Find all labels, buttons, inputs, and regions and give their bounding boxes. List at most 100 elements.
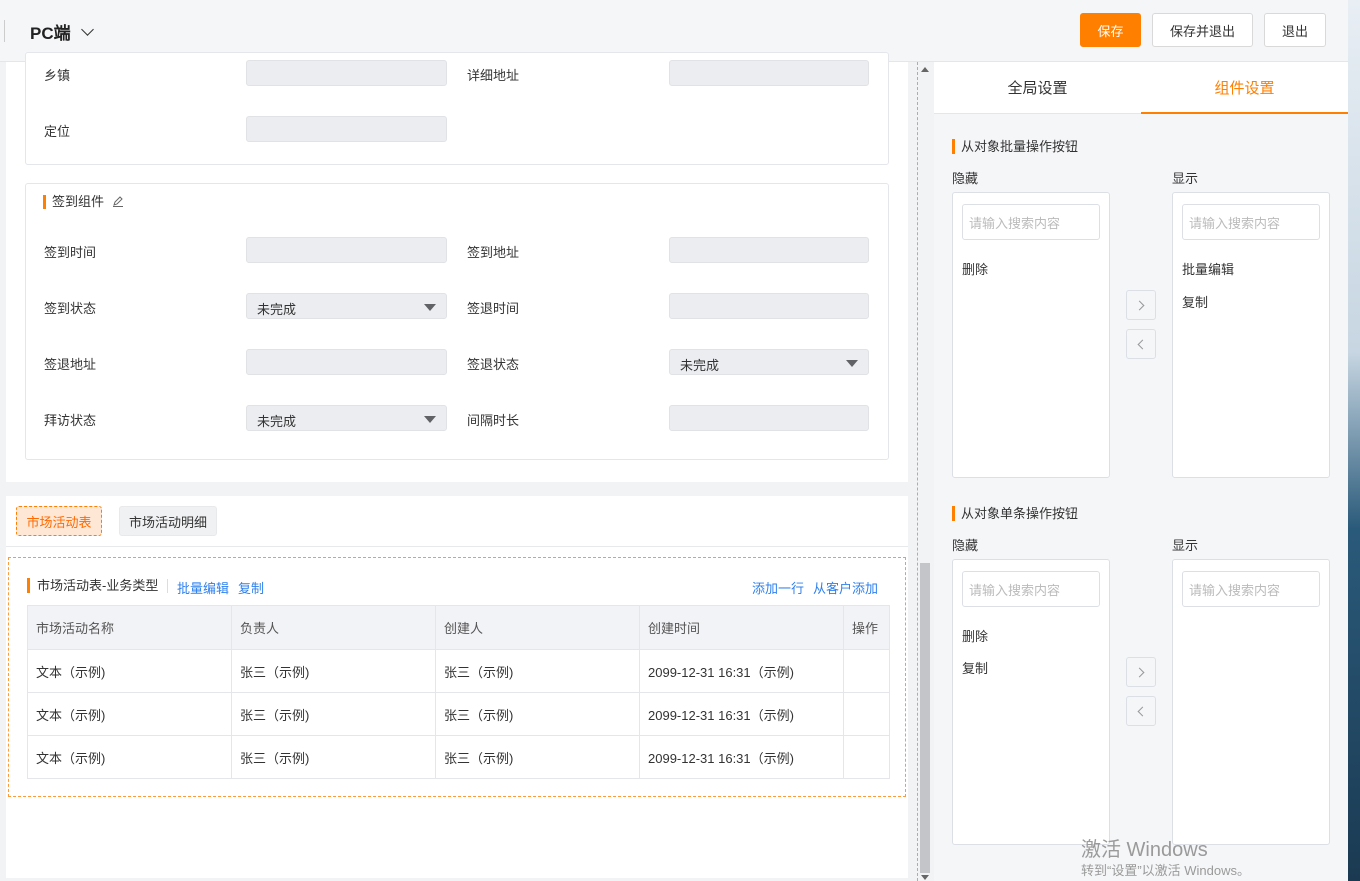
checkout-status-value: 未完成 xyxy=(680,358,720,373)
move-left-button[interactable] xyxy=(1126,696,1156,726)
checkin-card[interactable]: 签到组件 签到时间 签到地址 签到状态 未完成 签退时间 签退地址 签退状态 未… xyxy=(25,183,889,460)
checkout-status-label: 签退状态 xyxy=(467,357,520,372)
list-item[interactable]: 复制 xyxy=(1182,292,1208,311)
search-input[interactable]: 请输入搜索内容 xyxy=(962,571,1100,607)
canvas-divider xyxy=(917,62,918,881)
table-cell xyxy=(843,692,890,736)
hidden-label: 隐藏 xyxy=(952,171,979,186)
desktop-wallpaper-edge xyxy=(1348,0,1360,881)
table-row[interactable]: 文本（示例) 张三（示例) 张三（示例) 2099-12-31 16:31（示例… xyxy=(27,649,890,693)
checkin-status-select[interactable]: 未完成 xyxy=(246,293,447,319)
interval-label: 间隔时长 xyxy=(467,413,520,428)
checkin-address-field xyxy=(669,237,869,263)
table-cell: 张三（示例) xyxy=(231,692,436,736)
checkin-status-label: 签到状态 xyxy=(44,301,97,316)
batch-edit-link[interactable]: 批量编辑 xyxy=(177,578,229,597)
column-header: 操作 xyxy=(843,605,890,650)
move-left-button[interactable] xyxy=(1126,329,1156,359)
checkin-card-title: 签到组件 xyxy=(43,195,104,209)
checkin-time-field xyxy=(246,237,447,263)
table-cell: 张三（示例) xyxy=(435,649,640,693)
form-canvas: 乡镇 详细地址 定位 签到组件 签到时间 签到地址 签到状态 未完成 签退时间 … xyxy=(6,52,908,482)
search-input[interactable]: 请输入搜索内容 xyxy=(1182,204,1320,240)
scrollbar-thumb[interactable] xyxy=(920,563,930,873)
checkout-address-label: 签退地址 xyxy=(44,357,97,372)
checkout-time-label: 签退时间 xyxy=(467,301,520,316)
settings-panel: 全局设置 组件设置 从对象批量操作按钮 隐藏 显示 请输入搜索内容 删除 请输入… xyxy=(934,62,1348,881)
column-header: 创建时间 xyxy=(639,605,844,650)
table-cell: 张三（示例) xyxy=(231,735,436,779)
checkin-time-label: 签到时间 xyxy=(44,245,97,260)
shown-label: 显示 xyxy=(1172,171,1199,186)
divider xyxy=(167,579,168,593)
column-header: 创建人 xyxy=(435,605,640,650)
caret-down-icon xyxy=(424,416,436,423)
table-cell: 2099-12-31 16:31（示例) xyxy=(639,735,844,779)
move-right-button[interactable] xyxy=(1126,290,1156,320)
table-cell xyxy=(843,735,890,779)
tab-component-settings[interactable]: 组件设置 xyxy=(1141,62,1348,114)
table-cell: 文本（示例) xyxy=(27,649,232,693)
scroll-up-icon[interactable] xyxy=(921,67,929,72)
add-from-customer-link[interactable]: 从客户添加 xyxy=(813,578,878,597)
save-exit-button[interactable]: 保存并退出 xyxy=(1152,13,1253,47)
tab-market-activity[interactable]: 市场活动表 xyxy=(16,506,102,536)
table-cell: 张三（示例) xyxy=(435,735,640,779)
interval-field xyxy=(669,405,869,431)
settings-body: 从对象批量操作按钮 隐藏 显示 请输入搜索内容 删除 请输入搜索内容 批量编辑 … xyxy=(934,114,1348,881)
chevron-right-icon xyxy=(1134,300,1145,310)
list-item[interactable]: 批量编辑 xyxy=(1182,259,1234,278)
save-button[interactable]: 保存 xyxy=(1080,13,1141,47)
edit-icon[interactable] xyxy=(112,195,124,207)
town-field xyxy=(246,60,447,86)
subobject-panel: 市场活动表 市场活动明细 市场活动表-业务类型 批量编辑 复制 添加一行 从客户… xyxy=(6,496,908,878)
checkin-status-value: 未完成 xyxy=(257,302,297,317)
caret-down-icon xyxy=(424,304,436,311)
visit-status-value: 未完成 xyxy=(257,414,297,429)
single-shown-list: 请输入搜索内容 xyxy=(1172,559,1330,845)
add-row-link[interactable]: 添加一行 xyxy=(752,578,804,597)
chevron-left-icon xyxy=(1137,339,1148,349)
checkin-address-label: 签到地址 xyxy=(467,245,520,260)
table-cell: 文本（示例) xyxy=(27,735,232,779)
table-cell: 张三（示例) xyxy=(231,649,436,693)
detail-address-label: 详细地址 xyxy=(467,68,520,83)
batch-hidden-list: 请输入搜索内容 删除 xyxy=(952,192,1110,478)
tab-global-settings[interactable]: 全局设置 xyxy=(934,62,1141,114)
search-input[interactable]: 请输入搜索内容 xyxy=(1182,571,1320,607)
chevron-left-icon xyxy=(1137,706,1148,716)
caret-down-icon xyxy=(846,360,858,367)
visit-status-select[interactable]: 未完成 xyxy=(246,405,447,431)
subobject-table-component[interactable]: 市场活动表-业务类型 批量编辑 复制 添加一行 从客户添加 市场活动名称 负责人… xyxy=(8,557,906,797)
hidden-label: 隐藏 xyxy=(952,538,979,553)
town-label: 乡镇 xyxy=(44,68,71,83)
divider xyxy=(6,546,908,547)
platform-selector[interactable]: PC端 xyxy=(30,19,94,44)
platform-title: PC端 xyxy=(30,24,71,43)
list-item[interactable]: 删除 xyxy=(962,259,988,278)
scroll-down-icon[interactable] xyxy=(921,875,929,880)
copy-link[interactable]: 复制 xyxy=(238,578,264,597)
exit-button[interactable]: 退出 xyxy=(1264,13,1326,47)
table-cell: 2099-12-31 16:31（示例) xyxy=(639,692,844,736)
table-title: 市场活动表-业务类型 xyxy=(27,578,158,593)
single-hidden-list: 请输入搜索内容 删除 复制 xyxy=(952,559,1110,845)
list-item[interactable]: 复制 xyxy=(962,658,988,677)
tab-market-activity-detail[interactable]: 市场活动明细 xyxy=(119,506,217,536)
batch-shown-list: 请输入搜索内容 批量编辑 复制 xyxy=(1172,192,1330,478)
table-row[interactable]: 文本（示例) 张三（示例) 张三（示例) 2099-12-31 16:31（示例… xyxy=(27,692,890,736)
chevron-right-icon xyxy=(1134,667,1145,677)
data-table: 市场活动名称 负责人 创建人 创建时间 操作 文本（示例) 张三（示例) 张三（… xyxy=(27,605,890,779)
column-header: 市场活动名称 xyxy=(27,605,232,650)
address-card[interactable]: 乡镇 详细地址 定位 xyxy=(25,52,889,165)
column-header: 负责人 xyxy=(231,605,436,650)
list-item[interactable]: 删除 xyxy=(962,626,988,645)
move-right-button[interactable] xyxy=(1126,657,1156,687)
search-input[interactable]: 请输入搜索内容 xyxy=(962,204,1100,240)
shown-label: 显示 xyxy=(1172,538,1199,553)
table-cell: 2099-12-31 16:31（示例) xyxy=(639,649,844,693)
table-row[interactable]: 文本（示例) 张三（示例) 张三（示例) 2099-12-31 16:31（示例… xyxy=(27,735,890,779)
visit-status-label: 拜访状态 xyxy=(44,413,97,428)
batch-actions-title: 从对象批量操作按钮 xyxy=(952,139,1078,154)
checkout-status-select[interactable]: 未完成 xyxy=(669,349,869,375)
